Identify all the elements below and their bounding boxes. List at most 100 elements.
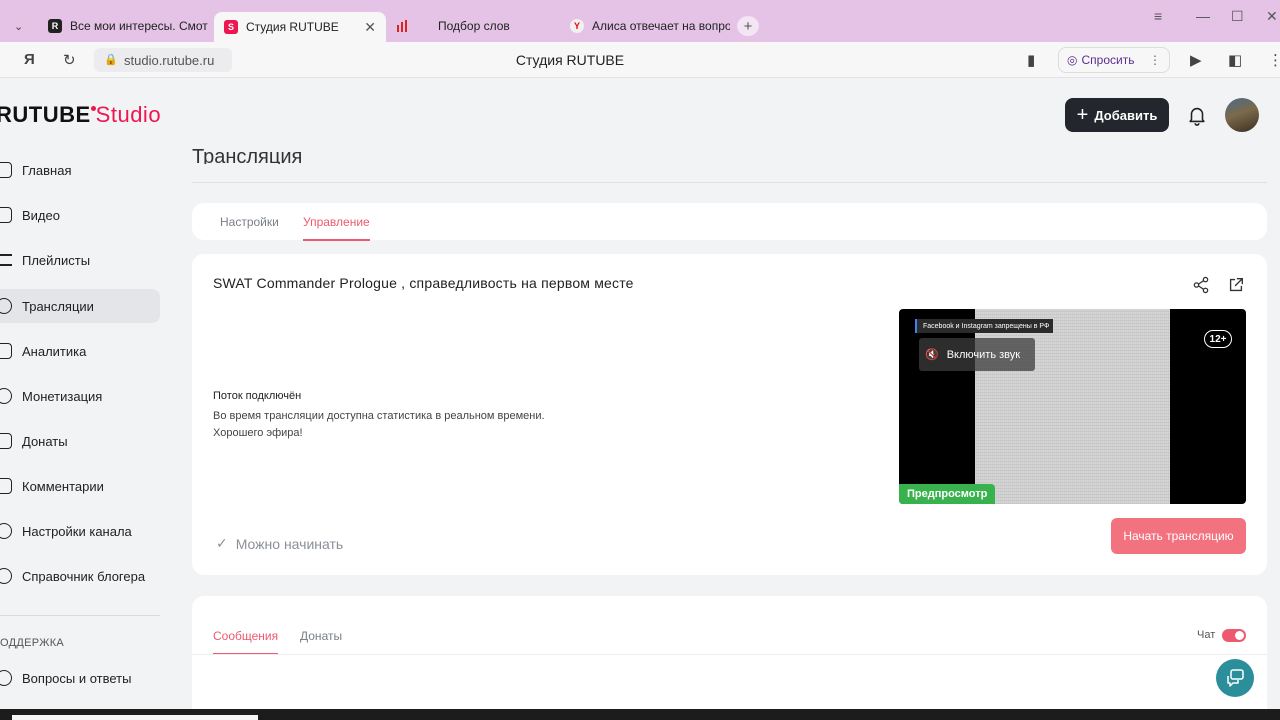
page-title: Трансляция [192,146,303,164]
tab-label: Студия RUTUBE [246,20,339,34]
bookmark-icon[interactable]: ▮ [1027,51,1035,69]
url-field[interactable]: 🔒 studio.rutube.ru [94,48,232,72]
chat-toggle[interactable] [1222,629,1246,642]
browser-tab-alisa[interactable]: Y Алиса отвечает на вопро [570,12,730,40]
browser-tab-words[interactable]: Подбор слов [396,12,556,40]
taskbar-search-box[interactable] [12,715,258,720]
sidebar-item-label: Донаты [22,433,68,449]
stream-title: SWAT Commander Prologue , справедливость… [213,275,634,291]
sidebar-item-video[interactable]: Видео [0,198,160,232]
more-icon[interactable]: ⋮ [1149,53,1161,67]
chat-divider [192,654,1267,655]
broadcast-tabs-card: Настройки Управление [192,203,1267,241]
gear-icon [0,523,12,539]
alisa-icon: ◎ [1067,53,1078,67]
browser-tab-studio[interactable]: S Студия RUTUBE ✕ [214,12,386,42]
plus-icon: + [743,17,753,35]
browser-page-title: Студия RUTUBE [515,52,625,68]
ask-alisa-button[interactable]: ◎ Спросить ⋮ [1058,47,1170,73]
minimize-icon[interactable]: — [1196,8,1210,24]
new-tab-button[interactable]: + [737,16,759,36]
sidebar-item-channel-settings[interactable]: Настройки канала [0,514,160,548]
close-window-icon[interactable]: ✕ [1266,8,1278,25]
tab-label: Подбор слов [438,19,510,33]
question-icon [0,670,12,686]
address-bar: Я ↻ 🔒 studio.rutube.ru Студия RUTUBE ▮ ◎… [0,42,1280,78]
sidebar-item-playlists[interactable]: Плейлисты [0,243,160,277]
stream-status-text: Во время трансляции доступна статистика … [213,408,613,442]
ready-status: ✓ Можно начинать [216,535,343,552]
playlist-icon [0,254,12,266]
browser-tab-bar: ⌄ R Все мои интересы. Смотр S Студия RUT… [0,0,1280,42]
stream-control-card: SWAT Commander Prologue , справедливость… [192,254,1267,575]
tab-messages[interactable]: Сообщения [213,629,279,655]
studio-favicon-icon: S [224,20,238,34]
video-icon [0,207,12,223]
menu-icon[interactable]: ≡ [1154,8,1162,24]
chat-bubble-icon [1227,669,1244,687]
tab-donations[interactable]: Донаты [300,629,342,643]
comment-icon [0,478,12,494]
share-icon[interactable] [1192,276,1210,294]
sidebar-item-label: Аналитика [22,343,87,359]
reload-icon[interactable]: ↻ [63,51,76,69]
home-icon [0,162,12,178]
unmute-button[interactable]: 🔇 Включить звук [919,338,1035,371]
ask-label: Спросить [1081,53,1135,67]
notifications-bell-icon[interactable] [1186,104,1208,126]
sidebar-item-analytics[interactable]: Аналитика [0,334,160,368]
os-taskbar [0,709,1280,720]
close-tab-icon[interactable]: ✕ [364,19,376,36]
logo-main: RUTUBE [0,102,91,127]
check-icon: ✓ [216,535,228,551]
sidebar-divider [0,615,160,616]
open-external-icon[interactable] [1227,276,1245,294]
analytics-icon [0,343,12,359]
sidebar-item-blogger-guide[interactable]: Справочник блогера [0,559,160,593]
sidebar-item-faq[interactable]: Вопросы и ответы [0,661,160,695]
yandex-icon[interactable]: Я [24,51,35,68]
sidebar-item-home[interactable]: Главная [0,153,160,187]
preview-notice: Facebook и Instagram запрещены в РФ [915,319,1054,333]
sidebar-item-monetization[interactable]: Монетизация [0,379,160,413]
logo-accent: Studio [95,102,162,127]
url-text: studio.rutube.ru [124,52,215,68]
status-line: Хорошего эфира! [213,427,303,439]
tab-settings[interactable]: Настройки [220,215,279,229]
muted-speaker-icon: 🔇 [925,349,939,361]
rutube-favicon-icon: R [48,19,62,33]
media-icon[interactable]: ▶ [1190,51,1202,69]
lock-icon: 🔒 [104,54,118,66]
ready-label: Можно начинать [235,535,344,552]
tab-management[interactable]: Управление [303,215,370,241]
plus-icon: + [1076,104,1089,126]
sidebar-item-label: Комментарии [22,478,104,494]
info-icon [0,568,12,584]
bar-chart-favicon-icon [396,19,410,33]
sidebar-item-label: Вопросы и ответы [22,670,132,686]
unmute-label: Включить звук [946,348,1021,361]
broadcast-icon [0,298,12,314]
tab-list-button[interactable]: ⌄ [0,12,38,40]
support-chat-button[interactable] [1216,659,1254,697]
sidebar-item-comments[interactable]: Комментарии [0,469,160,503]
extension-icon[interactable]: ◧ [1228,51,1242,69]
browser-tab-interests[interactable]: R Все мои интересы. Смотр [48,12,208,40]
add-content-button[interactable]: + Добавить [1065,98,1169,132]
sidebar-item-donations[interactable]: Донаты [0,424,160,458]
age-rating-badge: 12+ [1204,330,1232,348]
maximize-icon[interactable]: ☐ [1231,8,1244,25]
rutube-studio-logo[interactable]: RUTUBE Studio [0,102,161,128]
sidebar-item-label: Главная [22,162,72,178]
browser-menu-icon[interactable]: ⋮ [1268,51,1280,69]
user-avatar[interactable] [1225,98,1259,132]
sidebar-item-broadcasts[interactable]: Трансляции [0,289,160,323]
heading-divider [192,182,1267,183]
stream-preview-player[interactable]: Facebook и Instagram запрещены в РФ 🔇 Вк… [899,309,1246,504]
start-broadcast-button[interactable]: Начать трансляцию [1111,518,1246,554]
add-label: Добавить [1094,107,1158,123]
yandex-favicon-icon: Y [570,19,584,33]
sidebar-item-label: Монетизация [22,388,103,404]
ruble-icon [0,388,12,404]
sidebar-item-label: Видео [22,207,60,223]
